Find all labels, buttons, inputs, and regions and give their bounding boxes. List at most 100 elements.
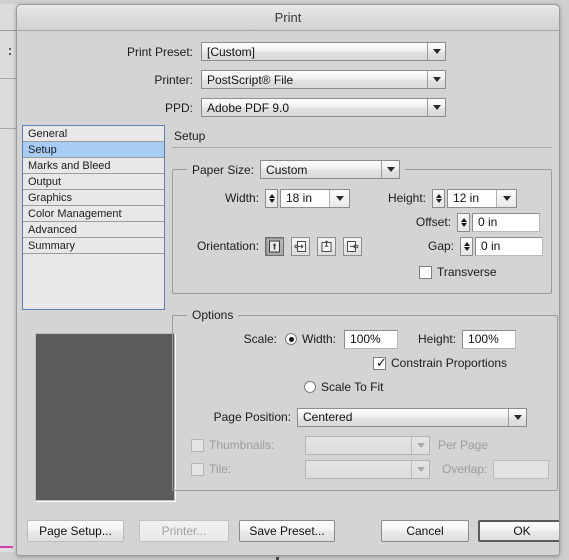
sidebar-item-advanced[interactable]: Advanced bbox=[23, 222, 164, 238]
page-position-dropdown[interactable]: Centered bbox=[297, 407, 527, 427]
check-icon: ✓ bbox=[376, 354, 387, 370]
print-preset-value: [Custom] bbox=[207, 44, 256, 59]
paper-height-label: Height: bbox=[387, 191, 426, 205]
thumbnails-per-page-dropdown[interactable] bbox=[305, 435, 430, 455]
tile-checkbox[interactable]: Tile: bbox=[191, 462, 301, 476]
paper-orientation-gap-row: Orientation: Gap: 0 in bbox=[181, 235, 543, 257]
paper-size-value: Custom bbox=[266, 162, 308, 177]
printer-label: Printer: bbox=[154, 72, 193, 87]
paper-offset-row: Offset: 0 in bbox=[181, 211, 543, 233]
paper-gap-field[interactable]: 0 in bbox=[475, 236, 543, 256]
printer-button-label: Printer... bbox=[161, 524, 207, 538]
orientation-portrait-flipped-glyph bbox=[321, 239, 332, 252]
orientation-landscape-flipped-icon[interactable] bbox=[343, 236, 362, 256]
save-preset-label: Save Preset... bbox=[249, 524, 325, 538]
options-group: Options Scale: Width: 100% Height: 100% bbox=[172, 308, 559, 491]
paper-width-stepper[interactable] bbox=[265, 188, 278, 208]
scale-width-field[interactable]: 100% bbox=[344, 329, 399, 349]
chevron-down-icon bbox=[496, 189, 516, 207]
orientation-portrait-flipped-icon[interactable] bbox=[317, 236, 336, 256]
sidebar-item-label: Color Management bbox=[28, 208, 122, 220]
thumbnails-label: Thumbnails: bbox=[209, 438, 275, 452]
scale-height-label: Height: bbox=[418, 332, 457, 346]
page-position-row: Page Position: Centered bbox=[181, 406, 549, 428]
save-preset-button[interactable]: Save Preset... bbox=[239, 520, 335, 542]
paper-offset-value: 0 in bbox=[478, 215, 498, 229]
dialog-titlebar: Print bbox=[17, 5, 559, 31]
paper-width-value: 18 in bbox=[286, 191, 313, 205]
transverse-checkbox[interactable]: Transverse bbox=[419, 265, 543, 279]
sidebar-item-summary[interactable]: Summary bbox=[23, 238, 164, 254]
options-legend: Options bbox=[192, 308, 234, 322]
sidebar-item-label: Output bbox=[28, 176, 62, 188]
orientation-landscape-flipped-glyph bbox=[347, 240, 359, 252]
paper-offset-label: Offset: bbox=[415, 215, 451, 229]
constrain-row: ✓ Constrain Proportions bbox=[181, 352, 549, 374]
constrain-proportions-checkbox[interactable]: ✓ Constrain Proportions bbox=[373, 356, 507, 370]
radio-button bbox=[304, 381, 316, 393]
sidebar-item-setup[interactable]: Setup bbox=[23, 142, 164, 158]
chevron-down-icon bbox=[427, 99, 445, 116]
sidebar-item-label: Advanced bbox=[28, 224, 77, 236]
radio-button bbox=[285, 333, 297, 345]
sidebar-item-output[interactable]: Output bbox=[23, 174, 164, 190]
print-preset-row: Print Preset: [Custom] bbox=[17, 41, 559, 62]
sidebar-item-label: General bbox=[28, 128, 68, 140]
print-preset-label: Print Preset: bbox=[126, 44, 193, 59]
background-guide-line bbox=[0, 546, 13, 548]
scale-row: Scale: Width: 100% Height: 100% bbox=[181, 328, 549, 350]
checkbox-box: ✓ bbox=[373, 354, 387, 370]
scale-to-fit-radio[interactable]: Scale To Fit bbox=[304, 380, 383, 394]
paper-size-label: Paper Size: bbox=[192, 162, 255, 177]
chevron-down-icon bbox=[508, 408, 526, 426]
tile-mode-dropdown[interactable] bbox=[305, 459, 430, 479]
settings-category-list[interactable]: General Setup Marks and Bleed Output Gra… bbox=[22, 125, 165, 310]
orientation-button-group bbox=[265, 236, 362, 256]
setup-panel: Setup Paper Size: Custom Width: 18 in He… bbox=[172, 129, 559, 505]
orientation-landscape-icon[interactable] bbox=[291, 236, 310, 256]
ppd-dropdown[interactable]: Adobe PDF 9.0 bbox=[201, 98, 446, 117]
thumbnails-checkbox[interactable]: Thumbnails: bbox=[191, 438, 301, 452]
ppd-label: PPD: bbox=[164, 100, 193, 115]
scale-to-fit-label: Scale To Fit bbox=[321, 380, 384, 394]
ppd-value: Adobe PDF 9.0 bbox=[207, 100, 290, 115]
checkbox-box bbox=[419, 265, 432, 279]
chevron-down-icon bbox=[427, 71, 445, 88]
checkbox-box bbox=[191, 462, 204, 476]
orientation-landscape-glyph bbox=[294, 240, 306, 252]
background-window-divider bbox=[0, 128, 17, 129]
paper-gap-stepper[interactable] bbox=[460, 236, 473, 256]
sidebar-item-color-management[interactable]: Color Management bbox=[23, 206, 164, 222]
paper-size-legend: Paper Size: Custom bbox=[187, 160, 405, 179]
orientation-portrait-icon[interactable] bbox=[265, 236, 284, 256]
checkbox-box bbox=[191, 438, 204, 452]
chevron-down-icon bbox=[411, 460, 429, 478]
panel-title: Setup bbox=[174, 129, 206, 143]
orientation-label: Orientation: bbox=[196, 239, 259, 253]
ok-button[interactable]: OK bbox=[478, 520, 559, 542]
sidebar-item-marks-and-bleed[interactable]: Marks and Bleed bbox=[23, 158, 164, 174]
print-preset-dropdown[interactable]: [Custom] bbox=[201, 42, 446, 61]
paper-offset-stepper[interactable] bbox=[457, 212, 470, 232]
sidebar-item-general[interactable]: General bbox=[23, 126, 164, 142]
sidebar-item-graphics[interactable]: Graphics bbox=[23, 190, 164, 206]
printer-dropdown[interactable]: PostScript® File bbox=[201, 70, 446, 89]
paper-offset-field[interactable]: 0 in bbox=[472, 212, 540, 232]
paper-height-stepper[interactable] bbox=[432, 188, 445, 208]
overlap-field[interactable] bbox=[493, 459, 550, 479]
paper-size-dropdown[interactable]: Custom bbox=[260, 160, 401, 179]
page-setup-button[interactable]: Page Setup... bbox=[27, 520, 124, 542]
paper-height-field[interactable]: 12 in bbox=[447, 188, 517, 208]
background-window-mark bbox=[9, 53, 11, 55]
scale-width-radio[interactable]: Width: bbox=[285, 332, 336, 346]
sidebar-item-label: Marks and Bleed bbox=[28, 160, 111, 172]
printer-button[interactable]: Printer... bbox=[139, 520, 229, 542]
thumbnails-row: Thumbnails: Per Page bbox=[181, 434, 549, 456]
scale-width-label: Width: bbox=[302, 332, 337, 346]
print-destination-fields: Print Preset: [Custom] Printer: PostScri… bbox=[17, 41, 559, 125]
scale-height-field[interactable]: 100% bbox=[462, 329, 517, 349]
background-window-divider bbox=[0, 30, 17, 31]
page-setup-label: Page Setup... bbox=[39, 524, 112, 538]
cancel-button[interactable]: Cancel bbox=[381, 520, 469, 542]
paper-width-field[interactable]: 18 in bbox=[280, 188, 350, 208]
